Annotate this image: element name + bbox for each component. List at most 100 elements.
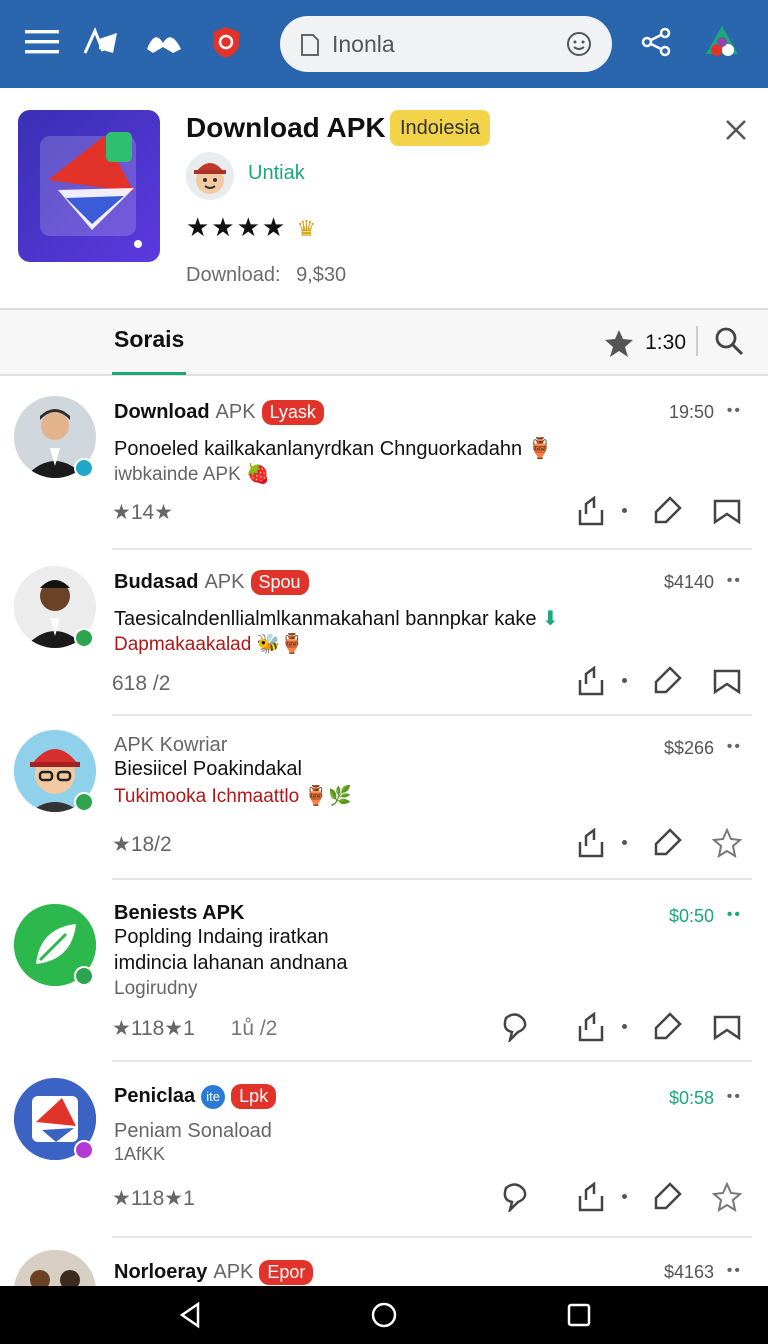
verified-icon [74, 966, 94, 986]
list-item[interactable]: Download APK Lyask 19:50 •• Ponoeled kai… [0, 376, 768, 550]
emoji-icon: 🏺🌿 [299, 786, 352, 807]
item-stat: ★118★1 [112, 1186, 195, 1211]
item-title: Taesicalndenllialmlkanmakahanl bannpkar … [114, 606, 559, 631]
downloads-count: Download: 9,$30 [186, 264, 346, 287]
edit-icon[interactable] [652, 1182, 682, 1212]
dot-divider [622, 678, 627, 683]
item-stat: ★14★ [112, 500, 173, 525]
item-suffix: APK [215, 401, 256, 423]
item-badge: Spou [250, 570, 309, 595]
store-icon[interactable] [702, 22, 742, 62]
share-icon[interactable] [576, 496, 606, 526]
tab-rating[interactable]: 1:30 [603, 328, 686, 358]
app-banner: Download APK Indoiesia Untiak ★★★★ ♛ Dow… [0, 88, 768, 310]
item-stat: 618 /2 [112, 672, 170, 696]
item-subtitle: iwbkainde APK 🍓 [114, 462, 270, 486]
list-item[interactable]: Peniclaa ite Lpk $0:58 •• Peniam Sonaloa… [0, 1062, 768, 1238]
item-subtitle: 1AfKK [114, 1144, 166, 1164]
item-time: $0:50 [668, 906, 714, 926]
item-name[interactable]: Norloeray [114, 1261, 207, 1284]
search-input[interactable]: Inonla [332, 31, 395, 58]
list-item[interactable]: Budasad APK Spou $4140 •• Taesicalndenll… [0, 550, 768, 716]
share-icon[interactable] [576, 666, 606, 696]
star-outline-icon[interactable] [712, 1182, 742, 1212]
system-navigation-bar [0, 1286, 768, 1344]
dot-divider [622, 840, 627, 845]
item-name[interactable]: Peniclaa [114, 1085, 195, 1108]
search-icon[interactable] [714, 326, 744, 356]
emoji-icon[interactable] [566, 31, 592, 57]
item-suffix: APK [204, 571, 245, 593]
info-icon: ite [201, 1084, 226, 1109]
downloads-label: Download: [186, 264, 281, 286]
more-icon[interactable]: •• [727, 572, 742, 590]
edit-icon[interactable] [652, 496, 682, 526]
more-icon[interactable]: •• [727, 402, 742, 420]
feed-list: Download APK Lyask 19:50 •• Ponoeled kai… [0, 376, 768, 1288]
star-icon [605, 330, 634, 357]
share-icon[interactable] [576, 1182, 606, 1212]
edit-icon[interactable] [652, 828, 682, 858]
rating-stars: ★★★★ ♛ [186, 212, 318, 243]
list-item[interactable]: Beniests APK $0:50 •• Poplding Indaing i… [0, 880, 768, 1062]
star-outline-icon[interactable] [712, 828, 742, 858]
back-icon[interactable] [176, 1300, 206, 1330]
more-icon[interactable]: •• [727, 906, 742, 924]
item-stat-text: ★118★1 [112, 1017, 195, 1040]
share-icon[interactable] [576, 1012, 606, 1042]
repost-icon[interactable] [500, 1012, 530, 1042]
bookmark-icon[interactable] [712, 666, 742, 696]
tab-bar: Sorais 1:30 [0, 310, 768, 376]
item-time: 19:50 [668, 402, 714, 422]
emoji-icon: 🍓 [240, 464, 270, 485]
close-icon[interactable] [724, 118, 748, 142]
edit-icon[interactable] [652, 1012, 682, 1042]
item-time: $0:58 [668, 1088, 714, 1108]
recents-icon[interactable] [564, 1300, 594, 1330]
apk-logo-icon[interactable] [82, 22, 122, 62]
shield-icon[interactable] [206, 22, 246, 62]
item-badge: Lyask [261, 400, 324, 425]
bookmark-icon[interactable] [712, 1012, 742, 1042]
item-subtitle-text: Dapmakaakalad [114, 634, 252, 655]
item-name[interactable]: Beniests APK [114, 902, 244, 925]
developer-name[interactable]: Untiak [248, 162, 305, 185]
item-stat: ★18/2 [112, 832, 172, 857]
bookmark-icon[interactable] [712, 496, 742, 526]
item-stat-text: ★14★ [112, 501, 174, 524]
dot-divider [622, 1194, 627, 1199]
item-name[interactable]: Download [114, 401, 210, 424]
item-subtitle: Tukimooka Ichmaattlo 🏺🌿 [114, 784, 352, 808]
menu-icon[interactable] [22, 22, 62, 62]
item-name[interactable]: Budasad [114, 571, 198, 594]
item-title: Peniam Sonaload [114, 1120, 272, 1142]
item-title: Ponoeled kailkakanlanyrdkan Chnguorkadah… [114, 436, 553, 461]
edit-icon[interactable] [652, 666, 682, 696]
more-icon[interactable]: •• [727, 1262, 742, 1280]
item-stat: ★118★1 1ů /2 [112, 1016, 277, 1041]
more-icon[interactable]: •• [727, 1088, 742, 1106]
verified-icon [74, 628, 94, 648]
list-item[interactable]: Norloeray APK Epor $4163 •• [0, 1238, 768, 1288]
item-name[interactable]: APK Kowriar [114, 734, 227, 757]
developer-avatar [186, 152, 234, 200]
dot-divider [622, 508, 627, 513]
user-avatar [14, 1250, 96, 1288]
rating-stars-text: ★★★★ [186, 212, 288, 242]
share-icon[interactable] [636, 22, 676, 62]
app-title: Download APK [186, 112, 386, 143]
game-icon[interactable] [144, 22, 184, 62]
award-icon: ♛ [296, 216, 319, 241]
item-time: $$266 [663, 738, 714, 758]
dot-divider [622, 1024, 627, 1029]
share-icon[interactable] [576, 828, 606, 858]
home-icon[interactable] [369, 1300, 399, 1330]
repost-icon[interactable] [500, 1182, 530, 1212]
search-bar[interactable]: Inonla [280, 16, 612, 72]
list-item[interactable]: APK Kowriar $$266 •• Biesiicel Poakindak… [0, 716, 768, 880]
app-logo-icon[interactable] [18, 110, 160, 262]
tab-sorais[interactable]: Sorais [114, 326, 184, 353]
more-icon[interactable]: •• [727, 738, 742, 756]
item-suffix: APK [213, 1261, 254, 1283]
item-title: Biesiicel Poakindakal [114, 758, 302, 781]
